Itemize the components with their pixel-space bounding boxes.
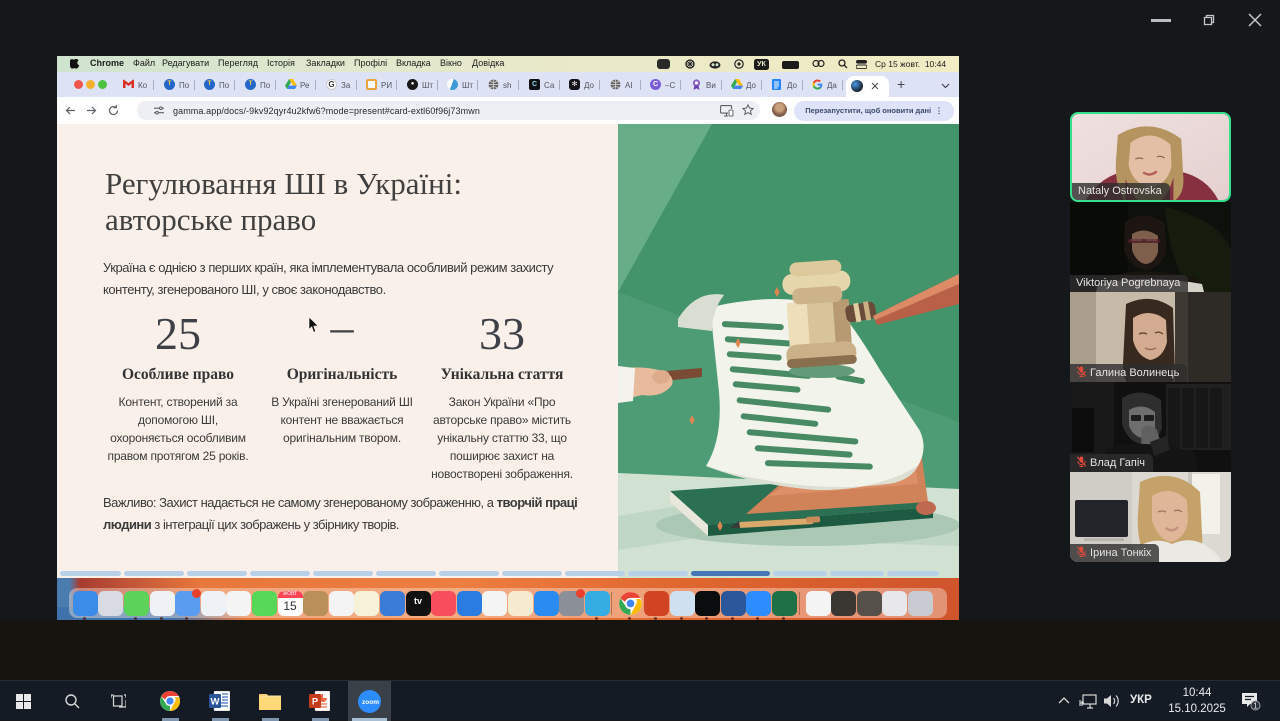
svg-text:P: P	[312, 697, 319, 708]
svg-text:W: W	[211, 697, 220, 708]
svg-text:1: 1	[1253, 702, 1258, 711]
